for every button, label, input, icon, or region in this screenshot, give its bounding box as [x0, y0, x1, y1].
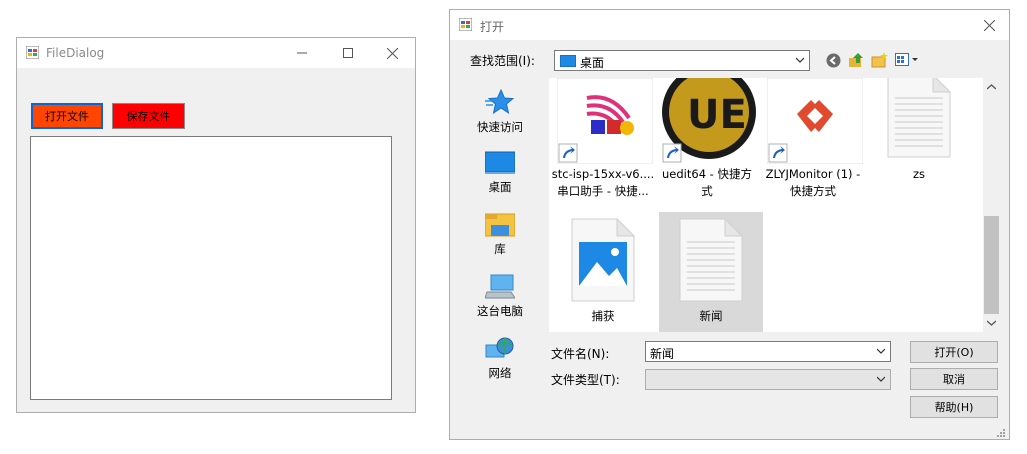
vertical-scrollbar[interactable] — [983, 78, 1000, 332]
this-pc-icon — [484, 274, 516, 299]
file-name-line1: ZLYJMonitor (1) - — [765, 167, 861, 181]
libraries-icon — [484, 213, 516, 237]
back-icon[interactable] — [826, 53, 841, 68]
chevron-down-icon — [796, 57, 804, 63]
view-menu-icon[interactable] — [895, 53, 921, 67]
open-dialog-window: 打开 查找范围(I): 桌面 快速访问 桌面 库 这台电脑 网络 stc-isp… — [449, 9, 1010, 440]
place-label: 这台电脑 — [477, 304, 523, 318]
place-quick-access[interactable]: 快速访问 — [450, 88, 550, 135]
network-icon — [485, 337, 514, 358]
place-desktop[interactable]: 桌面 — [450, 150, 550, 195]
scroll-down-arrow-icon[interactable] — [987, 320, 996, 326]
file-item-selected[interactable]: 新闻 — [659, 212, 763, 332]
places-bar: 快速访问 桌面 库 这台电脑 网络 — [450, 78, 549, 433]
up-folder-icon[interactable] — [848, 52, 864, 68]
zlyj-monitor-shortcut-icon — [767, 78, 863, 164]
place-label: 网络 — [488, 366, 512, 380]
close-icon — [983, 19, 995, 31]
file-list[interactable]: stc-isp-15xx-v6.... 串口助手 - 快捷... UE uedi… — [549, 78, 1000, 332]
cancel-button-label: 取消 — [943, 373, 965, 386]
file-name-line1: 捕获 — [591, 309, 615, 323]
save-file-label: 保存文件 — [126, 110, 171, 123]
ultraedit-shortcut-icon: UE — [662, 78, 756, 163]
place-label: 桌面 — [488, 180, 512, 194]
file-item[interactable]: stc-isp-15xx-v6.... 串口助手 - 快捷... — [551, 78, 655, 200]
filetype-combobox[interactable] — [645, 369, 891, 390]
place-libraries[interactable]: 库 — [450, 212, 550, 257]
scroll-up-arrow-icon[interactable] — [987, 84, 996, 90]
filename-combobox[interactable]: 新闻 — [645, 341, 891, 362]
save-file-button[interactable]: 保存文件 — [112, 103, 185, 129]
minimize-button[interactable] — [279, 38, 325, 68]
cancel-button[interactable]: 取消 — [910, 368, 998, 390]
maximize-icon — [343, 48, 353, 58]
place-this-pc[interactable]: 这台电脑 — [450, 274, 550, 319]
file-name-line1: stc-isp-15xx-v6.... — [551, 167, 655, 181]
scrollbar-thumb[interactable] — [984, 216, 999, 314]
file-item[interactable]: ZLYJMonitor (1) - 快捷方式 — [761, 78, 865, 200]
open-file-button[interactable]: 打开文件 — [31, 103, 103, 129]
open-button[interactable]: 打开(O) — [910, 341, 998, 363]
filedialog-titlebar[interactable]: FileDialog — [17, 38, 415, 68]
place-label: 快速访问 — [477, 120, 523, 134]
file-item[interactable]: UE uedit64 - 快捷方 式 — [655, 78, 759, 200]
file-name-line2: 式 — [701, 184, 713, 198]
new-folder-icon[interactable] — [871, 52, 888, 68]
lookin-value: 桌面 — [580, 56, 605, 70]
chevron-down-icon — [877, 376, 885, 382]
file-name-line1: zs — [912, 167, 926, 181]
desktop-icon — [484, 151, 516, 174]
image-file-icon — [571, 218, 635, 302]
chevron-down-icon — [877, 348, 885, 354]
window-title: FileDialog — [46, 46, 105, 60]
file-name-line1: 新闻 — [699, 309, 723, 323]
filename-label: 文件名(N): — [551, 347, 610, 361]
file-name-line2: 快捷方式 — [790, 184, 836, 198]
place-label: 库 — [494, 242, 506, 256]
dialog-close-button[interactable] — [966, 10, 1012, 40]
filedialog-window: FileDialog 打开文件 保存文件 — [16, 37, 416, 413]
maximize-button[interactable] — [325, 38, 371, 68]
help-button-label: 帮助(H) — [934, 401, 974, 414]
file-name-line2: 串口助手 - 快捷... — [557, 184, 649, 198]
file-item[interactable]: zs — [867, 78, 971, 200]
lookin-combobox[interactable]: 桌面 — [554, 50, 810, 71]
desktop-small-icon — [560, 55, 576, 67]
app-icon — [26, 46, 39, 59]
output-textbox[interactable] — [30, 136, 392, 400]
minimize-icon — [297, 52, 307, 54]
close-icon — [386, 47, 398, 59]
file-name-line1: uedit64 - 快捷方 — [662, 167, 752, 181]
resize-grip-icon[interactable] — [995, 427, 1005, 437]
close-button[interactable] — [369, 38, 415, 68]
app-icon — [459, 18, 472, 31]
text-document-icon — [679, 218, 743, 302]
filetype-label: 文件类型(T): — [551, 373, 620, 387]
place-network[interactable]: 网络 — [450, 336, 550, 381]
text-document-icon — [887, 78, 951, 158]
svg-text:UE: UE — [687, 92, 747, 138]
filename-value: 新闻 — [650, 347, 675, 361]
open-button-label: 打开(O) — [934, 346, 974, 359]
open-file-label: 打开文件 — [45, 110, 89, 123]
open-dialog-titlebar[interactable]: 打开 — [450, 10, 1009, 40]
lookin-label: 查找范围(I): — [470, 54, 535, 68]
help-button[interactable]: 帮助(H) — [910, 396, 998, 418]
quick-access-star-icon — [485, 88, 515, 115]
dialog-title: 打开 — [480, 20, 505, 34]
stc-isp-shortcut-icon — [557, 78, 653, 164]
file-item[interactable]: 捕获 — [551, 212, 655, 332]
